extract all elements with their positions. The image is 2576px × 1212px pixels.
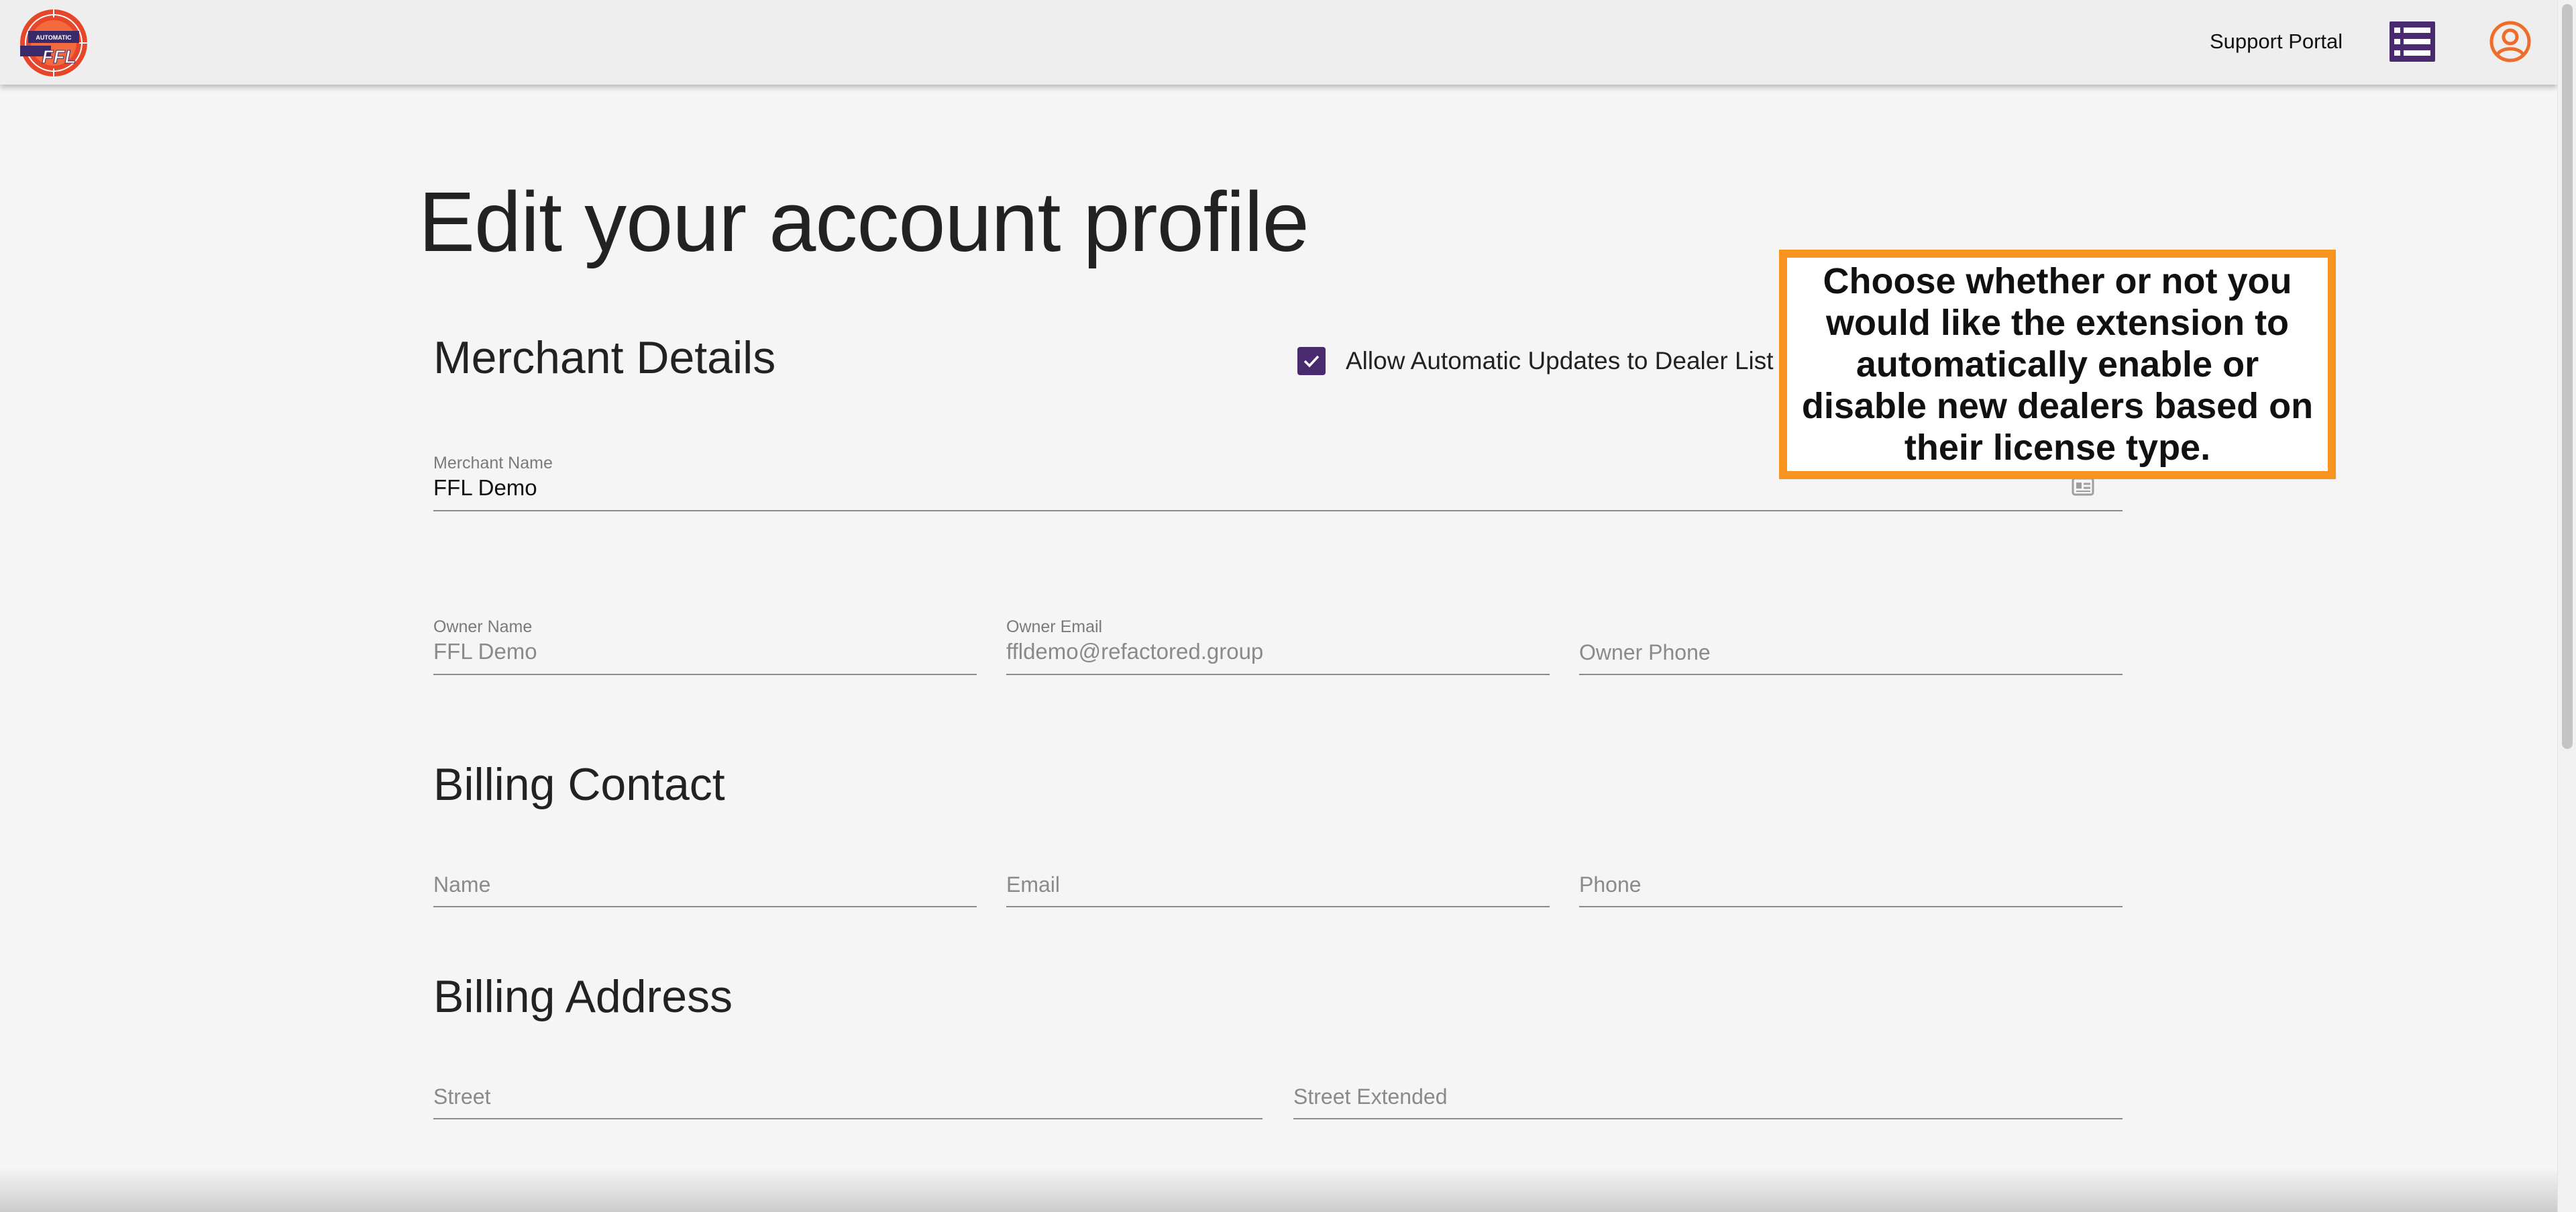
owner-name-label: Owner Name — [433, 617, 533, 636]
annotation-callout-text: Choose whether or not you would like the… — [1801, 261, 2314, 468]
merchant-details-heading: Merchant Details — [433, 332, 776, 383]
svg-text:FFL: FFL — [42, 46, 76, 67]
id-card-icon[interactable] — [2072, 476, 2094, 497]
vertical-scrollbar[interactable] — [2557, 0, 2576, 1212]
owner-phone-field[interactable]: Owner Phone — [1579, 617, 2123, 675]
auto-update-checkbox-row[interactable]: Allow Automatic Updates to Dealer List — [1297, 345, 1774, 377]
auto-update-checkbox[interactable] — [1297, 347, 1326, 375]
billing-email-placeholder: Email — [1006, 872, 1061, 897]
owner-phone-placeholder: Owner Phone — [1579, 640, 1711, 664]
street-field[interactable]: Street — [433, 1062, 1263, 1119]
bottom-shadow — [0, 1168, 2557, 1212]
owner-email-input[interactable] — [1006, 639, 1496, 664]
top-app-bar: AUTOMATIC FFL Support Portal — [0, 0, 2557, 85]
automatic-ffl-logo-icon[interactable]: AUTOMATIC FFL — [19, 8, 89, 78]
support-portal-link[interactable]: Support Portal — [2210, 30, 2343, 54]
billing-address-heading: Billing Address — [433, 971, 733, 1022]
merchant-name-label: Merchant Name — [433, 454, 553, 472]
annotation-callout: Choose whether or not you would like the… — [1779, 250, 2336, 479]
check-icon — [1303, 355, 1320, 368]
page-title: Edit your account profile — [419, 174, 1309, 269]
owner-name-input[interactable] — [433, 639, 923, 664]
billing-email-field[interactable]: Email — [1006, 850, 1550, 907]
street-extended-placeholder: Street Extended — [1293, 1084, 1448, 1109]
svg-text:AUTOMATIC: AUTOMATIC — [36, 34, 72, 41]
owner-email-label: Owner Email — [1006, 617, 1103, 636]
scrollbar-thumb[interactable] — [2562, 4, 2573, 749]
account-circle-icon[interactable] — [2489, 20, 2532, 63]
list-icon[interactable] — [2388, 20, 2436, 63]
billing-name-field[interactable]: Name — [433, 850, 977, 907]
owner-email-field[interactable]: Owner Email — [1006, 617, 1550, 675]
street-placeholder: Street — [433, 1084, 491, 1109]
street-extended-field[interactable]: Street Extended — [1293, 1062, 2123, 1119]
billing-phone-field[interactable]: Phone — [1579, 850, 2123, 907]
billing-phone-placeholder: Phone — [1579, 872, 1642, 897]
billing-name-placeholder: Name — [433, 872, 491, 897]
owner-name-field[interactable]: Owner Name — [433, 617, 977, 675]
auto-update-label: Allow Automatic Updates to Dealer List — [1346, 347, 1774, 374]
billing-contact-heading: Billing Contact — [433, 759, 725, 810]
